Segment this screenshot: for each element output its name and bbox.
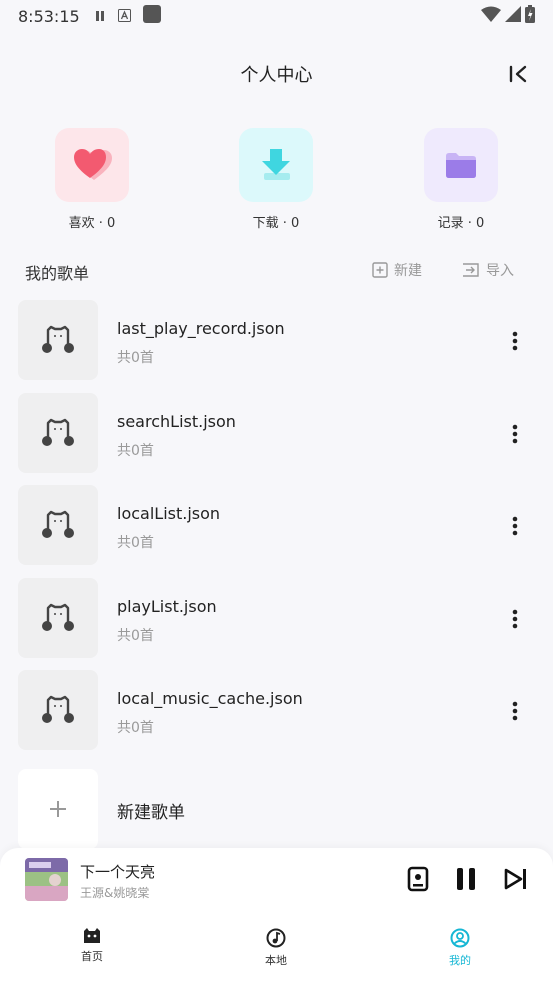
- folder-icon: [446, 153, 476, 178]
- history-label: 记录 · 0: [437, 216, 485, 231]
- more-vert-icon: [512, 516, 518, 536]
- music-cat-icon: [42, 695, 74, 723]
- music-cat-icon: [42, 325, 74, 353]
- download-icon: [262, 149, 290, 180]
- more-options-button[interactable]: [505, 515, 525, 537]
- downloads-shortcut[interactable]: 下载 · 0: [216, 128, 336, 231]
- playlist-cover: [18, 392, 98, 473]
- import-icon: [463, 263, 479, 277]
- more-options-button[interactable]: [505, 700, 525, 722]
- music-cat-icon: [42, 418, 74, 446]
- album-art-image: [25, 858, 68, 901]
- collapse-left-icon: [509, 65, 527, 83]
- more-options-button[interactable]: [505, 608, 525, 630]
- create-playlist-cover: [18, 769, 98, 849]
- more-options-button[interactable]: [505, 423, 525, 445]
- favorites-tile: [55, 128, 129, 202]
- lyrics-button[interactable]: [405, 866, 431, 892]
- playlist-item[interactable]: last_play_record.json 共0首: [0, 300, 553, 393]
- playlist-cover: [18, 300, 98, 380]
- page-header: 个人中心: [0, 52, 553, 96]
- playlist-name: playList.json: [117, 596, 217, 616]
- status-time: 8:53:15: [18, 6, 80, 26]
- history-shortcut[interactable]: 记录 · 0: [401, 128, 521, 231]
- speaker-icon: [407, 866, 429, 892]
- pause-icon: [457, 868, 475, 890]
- downloads-label: 下载 · 0: [252, 216, 300, 231]
- playlist-name: localList.json: [117, 504, 221, 523]
- playlist-count: 共0首: [117, 350, 154, 366]
- music-cat-icon: [42, 510, 74, 538]
- playlist-count: 共0首: [117, 720, 154, 736]
- more-vert-icon: [512, 609, 518, 628]
- playlist-item[interactable]: local_music_cache.json 共0首: [0, 670, 553, 763]
- more-vert-icon: [512, 331, 518, 351]
- pause-button[interactable]: [453, 866, 479, 892]
- font-status-icon: [117, 7, 131, 26]
- cat-icon: [84, 928, 100, 943]
- music-cat-icon: [42, 603, 74, 631]
- playlist-count: 共0首: [117, 627, 154, 644]
- favorites-label: 喜欢 · 0: [68, 216, 116, 231]
- playlist-item[interactable]: searchList.json 共0首: [0, 392, 553, 486]
- my-playlists-header: 我的歌单 新建 导入: [0, 256, 553, 286]
- more-vert-icon: [512, 701, 518, 721]
- tab-home-label: 首页: [81, 950, 103, 963]
- create-playlist-label: 新建歌单: [117, 803, 185, 823]
- now-playing-title: 下一个天亮: [80, 863, 156, 881]
- quick-access-row: 喜欢 · 0 下载 · 0 记录 · 0: [0, 128, 553, 238]
- bottom-panel: 下一个天亮 王源&姚晓棠 首页 本地 我的: [0, 848, 553, 984]
- import-button[interactable]: 导入: [462, 260, 514, 280]
- music-disc-icon: [266, 928, 286, 948]
- plus-icon: [50, 801, 66, 817]
- playlist-cover: [18, 670, 98, 750]
- app-status-icon: [142, 5, 161, 27]
- add-box-icon: [372, 262, 388, 278]
- now-playing-cover[interactable]: [25, 858, 68, 901]
- new-button-label: 新建: [394, 263, 422, 279]
- collapse-button[interactable]: [507, 62, 531, 86]
- downloads-tile: [239, 128, 313, 202]
- tab-home[interactable]: 首页: [52, 928, 132, 964]
- playlist-item[interactable]: localList.json 共0首: [0, 485, 553, 578]
- status-bar: 8:53:15: [0, 0, 553, 32]
- tab-mine[interactable]: 我的: [420, 928, 500, 968]
- pause-status-icon: [94, 7, 106, 26]
- playlist-count: 共0首: [117, 442, 154, 459]
- section-title: 我的歌单: [25, 264, 90, 283]
- playlist-item[interactable]: playList.json 共0首: [0, 577, 553, 671]
- user-circle-icon: [450, 928, 470, 948]
- more-vert-icon: [512, 424, 518, 443]
- heart-icon: [74, 149, 112, 180]
- import-button-label: 导入: [486, 263, 514, 279]
- next-button[interactable]: [503, 866, 529, 892]
- playlist-name: local_music_cache.json: [117, 689, 303, 708]
- favorites-shortcut[interactable]: 喜欢 · 0: [32, 128, 152, 231]
- playlist-name: searchList.json: [117, 411, 236, 431]
- tab-local-label: 本地: [265, 954, 287, 967]
- page-title: 个人中心: [240, 65, 313, 86]
- battery-icon: [525, 5, 535, 27]
- wifi-icon: [481, 6, 501, 26]
- skip-next-icon: [504, 868, 526, 890]
- tab-local[interactable]: 本地: [236, 928, 316, 968]
- playlist-cover: [18, 577, 98, 658]
- tab-mine-label: 我的: [449, 954, 471, 967]
- more-options-button[interactable]: [505, 330, 525, 352]
- bottom-tab-bar: 首页 本地 我的: [0, 928, 553, 976]
- signal-icon: [505, 6, 521, 26]
- playlist-name: last_play_record.json: [117, 319, 285, 338]
- playlist-count: 共0首: [117, 535, 154, 551]
- history-tile: [424, 128, 498, 202]
- now-playing-artist: 王源&姚晓棠: [80, 886, 150, 900]
- playlist-list: last_play_record.json 共0首 searchList.jso…: [0, 300, 553, 763]
- create-playlist-item[interactable]: 新建歌单: [0, 769, 553, 849]
- new-playlist-button[interactable]: 新建: [372, 260, 422, 280]
- playlist-cover: [18, 485, 98, 565]
